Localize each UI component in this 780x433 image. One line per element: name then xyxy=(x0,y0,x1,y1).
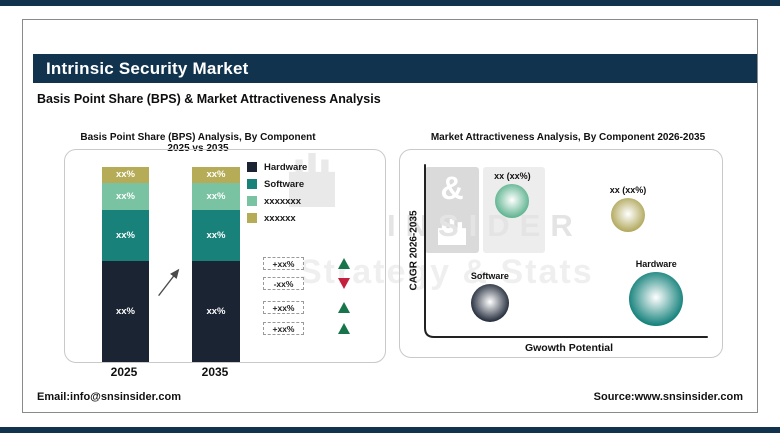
triangle-up-icon xyxy=(338,258,350,269)
y-axis-label: CAGR 2026-2035 xyxy=(408,210,420,291)
bubble-label: xx (xx%) xyxy=(494,171,531,182)
triangle-up-icon xyxy=(338,323,350,334)
x-axis-label: Gwowth Potential xyxy=(524,342,614,354)
triangle-up-icon xyxy=(338,302,350,313)
legend-item-hardware: Hardware xyxy=(247,161,308,173)
legend-item-xxxxxxx: xxxxxxx xyxy=(247,195,307,207)
attractiveness-chart-panel: CAGR 2026-2035 Gwowth Potential xx (xx%)… xyxy=(399,149,723,358)
legend-label: Hardware xyxy=(264,161,308,173)
footer-email: Email:info@snsinsider.com xyxy=(37,391,181,403)
triangle-down-icon xyxy=(338,278,350,289)
delta-row: +xx% xyxy=(263,301,350,314)
page-subtitle: Basis Point Share (BPS) & Market Attract… xyxy=(37,92,381,106)
page-title: Intrinsic Security Market xyxy=(46,58,249,78)
infographic-slide: & INSIDER Strategy & Stats Intrinsic Sec… xyxy=(0,0,780,433)
bottom-accent-bar xyxy=(0,427,780,433)
delta-row: +xx% xyxy=(263,322,350,335)
delta-value-box: +xx% xyxy=(263,257,304,270)
delta-row: -xx% xyxy=(263,277,350,290)
legend-item-software: Software xyxy=(247,178,307,190)
legend-swatch xyxy=(247,162,257,172)
legend-label: xxxxxx xyxy=(264,212,296,224)
legend-swatch xyxy=(247,196,257,206)
title-bar: Intrinsic Security Market xyxy=(33,54,757,83)
legend-swatch xyxy=(247,213,257,223)
legend-label: Software xyxy=(264,178,305,190)
bubble-hardware xyxy=(629,272,684,327)
legend-label: xxxxxxx xyxy=(264,195,301,207)
bubble-label: xx (xx%) xyxy=(609,184,647,195)
delta-row: +xx% xyxy=(263,257,350,270)
delta-value-box: +xx% xyxy=(263,301,304,314)
delta-value-box: -xx% xyxy=(263,277,304,290)
x-tick-2035: 2035 xyxy=(201,365,229,379)
bubble-xx-xx- xyxy=(611,197,646,232)
attractiveness-chart-title: Market Attractiveness Analysis, By Compo… xyxy=(430,132,706,143)
x-tick-2025: 2025 xyxy=(110,365,138,379)
legend: Hardware Software xxxxxxx xxxxxx xyxy=(247,162,307,230)
bubble-software xyxy=(470,283,509,322)
bubble-label: Hardware xyxy=(635,259,677,270)
bps-chart-panel: xx% xx% xx% xx% xx% xx% xx% xx% Hardware Softwa… xyxy=(64,149,386,363)
legend-swatch xyxy=(247,179,257,189)
content-card: & INSIDER Strategy & Stats Intrinsic Sec… xyxy=(22,19,758,413)
legend-item-xxxxxx: xxxxxx xyxy=(247,212,307,224)
footer-source: Source:www.snsinsider.com xyxy=(593,391,743,403)
delta-value-box: +xx% xyxy=(263,322,304,335)
axes-lines xyxy=(424,164,708,338)
bubble-label: Software xyxy=(470,270,509,281)
top-accent-bar xyxy=(0,0,780,6)
